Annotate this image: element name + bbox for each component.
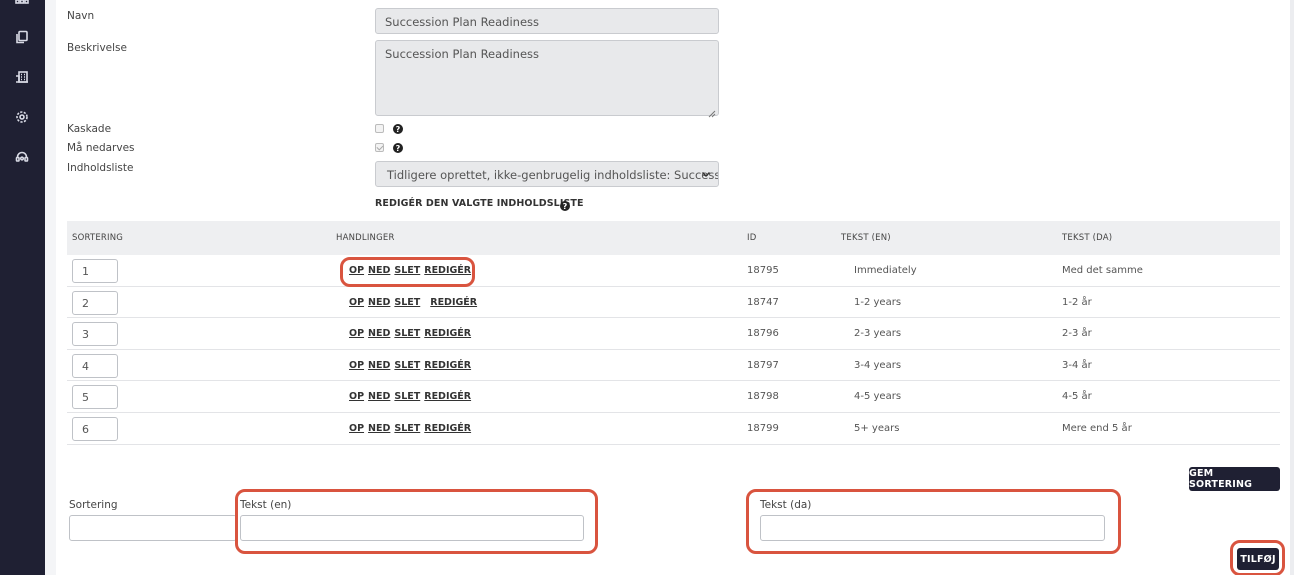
move-up-link[interactable]: OP — [349, 360, 364, 371]
inheritable-checkbox[interactable] — [375, 143, 384, 152]
new-sort-input[interactable] — [69, 515, 237, 541]
content-table: SORTERING HANDLINGER ID TEKST (EN) TEKST… — [67, 221, 1280, 445]
row-actions: OP NED SLET REDIGÉR — [349, 391, 475, 402]
move-down-link[interactable]: NED — [368, 328, 390, 339]
sidebar — [0, 0, 45, 575]
row-id: 18797 — [747, 359, 779, 371]
row-id: 18796 — [747, 328, 779, 340]
header-sort[interactable]: SORTERING — [72, 233, 123, 243]
sort-input[interactable]: 5 — [72, 385, 118, 410]
move-down-link[interactable]: NED — [368, 360, 390, 371]
row-id: 18799 — [747, 422, 779, 434]
help-icon[interactable]: ? — [393, 124, 403, 134]
row-id: 18798 — [747, 391, 779, 403]
table-row: 5 OP NED SLET REDIGÉR 18798 4-5 years 4-5 år — [67, 381, 1280, 413]
edit-link[interactable]: REDIGÉR — [424, 423, 471, 434]
edit-link[interactable]: REDIGÉR — [430, 297, 477, 308]
cascade-checkbox[interactable] — [375, 124, 384, 133]
move-down-link[interactable]: NED — [368, 391, 390, 402]
description-label: Beskrivelse — [67, 42, 127, 54]
support-icon[interactable] — [12, 147, 32, 167]
row-text-da: 4-5 år — [1062, 391, 1092, 403]
edit-link[interactable]: REDIGÉR — [424, 391, 471, 402]
row-text-da: 1-2 år — [1062, 296, 1092, 308]
row-text-en: 2-3 years — [854, 328, 902, 340]
delete-link[interactable]: SLET — [394, 360, 420, 371]
content-list-select[interactable]: Tidligere oprettet, ikke-genbrugelig ind… — [375, 161, 719, 187]
content-list-value: Tidligere oprettet, ikke-genbrugelig ind… — [387, 168, 719, 182]
sort-input[interactable]: 6 — [72, 416, 118, 441]
table-header: SORTERING HANDLINGER ID TEKST (EN) TEKST… — [67, 221, 1280, 255]
header-text-en[interactable]: TEKST (EN) — [841, 233, 891, 243]
row-actions: OP NED SLET REDIGÉR — [349, 328, 475, 339]
sort-input[interactable]: 2 — [72, 290, 118, 315]
header-id[interactable]: ID — [747, 233, 756, 243]
move-up-link[interactable]: OP — [349, 391, 364, 402]
table-row: 3 OP NED SLET REDIGÉR 18796 2-3 years 2-3 år — [67, 318, 1280, 350]
row-text-da: 3-4 år — [1062, 359, 1092, 371]
edit-list-link[interactable]: REDIGÉR DEN VALGTE INDHOLDSLISTE — [375, 198, 584, 209]
table-row: 6 OP NED SLET REDIGÉR 18799 5+ years Mere end 5… — [67, 413, 1280, 445]
table-row: 1 OP NED SLET REDIGÉR 18795 Immediately Med det… — [67, 255, 1280, 287]
row-text-da: Med det samme — [1062, 265, 1143, 276]
highlight-text-en — [235, 489, 598, 554]
content-list-label: Indholdsliste — [67, 162, 134, 174]
table-body: 1 OP NED SLET REDIGÉR 18795 Immediately Med det… — [67, 255, 1280, 445]
delete-link[interactable]: SLET — [394, 391, 420, 402]
delete-link[interactable]: SLET — [394, 423, 420, 434]
inheritable-label: Må nedarves — [67, 142, 135, 154]
row-actions: OP NED SLET REDIGÉR — [349, 360, 475, 371]
sort-input[interactable]: 1 — [72, 259, 118, 283]
row-text-en: 1-2 years — [854, 296, 902, 308]
resize-handle-icon[interactable] — [706, 103, 716, 118]
building-icon[interactable] — [12, 67, 32, 87]
row-text-en: Immediately — [854, 265, 917, 276]
help-icon[interactable]: ? — [560, 201, 570, 211]
table-row: 4 OP NED SLET REDIGÉR 18797 3-4 years 3-4 år — [67, 350, 1280, 382]
move-up-link[interactable]: OP — [349, 423, 364, 434]
documents-icon[interactable] — [12, 27, 32, 47]
highlight-row-actions — [340, 257, 475, 287]
edit-link[interactable]: REDIGÉR — [424, 328, 471, 339]
grid-icon[interactable] — [12, 0, 32, 13]
scroll-edge — [1290, 0, 1294, 575]
help-icon[interactable]: ? — [393, 143, 403, 153]
move-down-link[interactable]: NED — [368, 297, 390, 308]
header-actions: HANDLINGER — [336, 233, 395, 243]
row-text-en: 5+ years — [854, 422, 900, 434]
sort-input[interactable]: 3 — [72, 322, 118, 347]
delete-link[interactable]: SLET — [394, 328, 420, 339]
header-text-da[interactable]: TEKST (DA) — [1062, 233, 1112, 243]
name-label: Navn — [67, 10, 95, 22]
edit-link[interactable]: REDIGÉR — [424, 360, 471, 371]
row-id: 18795 — [747, 265, 779, 276]
row-actions: OP NED SLET REDIGÉR — [349, 297, 481, 308]
row-text-da: 2-3 år — [1062, 328, 1092, 340]
save-sort-button[interactable]: GEM SORTERING — [1189, 467, 1280, 491]
row-text-en: 4-5 years — [854, 391, 902, 403]
row-id: 18747 — [747, 296, 779, 308]
row-text-en: 3-4 years — [854, 359, 902, 371]
row-actions: OP NED SLET REDIGÉR — [349, 423, 475, 434]
highlight-text-da — [746, 489, 1121, 554]
table-row: 2 OP NED SLET REDIGÉR 18747 1-2 years 1-2 år — [67, 287, 1280, 319]
description-field[interactable]: Succession Plan Readiness — [375, 40, 719, 116]
highlight-add-button — [1230, 540, 1285, 575]
name-field[interactable]: Succession Plan Readiness — [375, 8, 719, 34]
gear-icon[interactable] — [12, 107, 32, 127]
chevron-down-icon — [701, 171, 711, 178]
delete-link[interactable]: SLET — [394, 297, 420, 308]
new-sort-label: Sortering — [69, 499, 118, 511]
move-down-link[interactable]: NED — [368, 423, 390, 434]
move-up-link[interactable]: OP — [349, 297, 364, 308]
move-up-link[interactable]: OP — [349, 328, 364, 339]
row-text-da: Mere end 5 år — [1062, 422, 1132, 434]
sort-input[interactable]: 4 — [72, 353, 118, 378]
cascade-label: Kaskade — [67, 123, 112, 135]
